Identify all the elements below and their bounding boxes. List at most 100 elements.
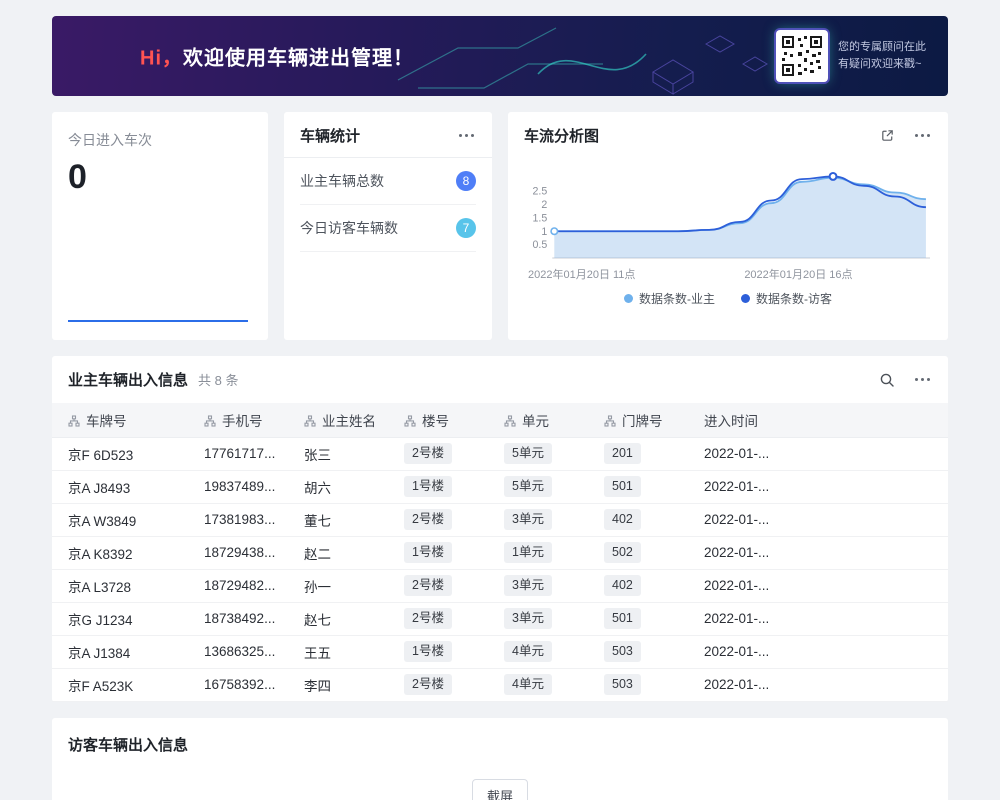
cell-tag: 2号楼 bbox=[404, 443, 452, 464]
table-row: 京A W384917381983...董七2号楼3单元4022022-01-..… bbox=[52, 503, 948, 536]
cell-tag: 402 bbox=[604, 509, 641, 530]
cell-enter-time: 2022-01-... bbox=[692, 635, 792, 668]
cell-owner-name: 孙一 bbox=[292, 569, 392, 602]
export-icon[interactable] bbox=[880, 128, 895, 143]
cell-phone: 19837489... bbox=[192, 470, 292, 503]
table-row: 京F 6D52317761717...张三2号楼5单元2012022-01-..… bbox=[52, 437, 948, 470]
flow-chart-body: 0.511.522.5 2022年01月20日 11点 2022年01月20日 … bbox=[508, 157, 948, 307]
cell-tag: 1号楼 bbox=[404, 476, 452, 497]
cell-tag: 3单元 bbox=[504, 509, 552, 530]
cell-door: 501 bbox=[592, 602, 692, 635]
cell-filler bbox=[792, 602, 948, 635]
cell-door: 503 bbox=[592, 668, 692, 701]
cell-tag: 503 bbox=[604, 641, 641, 662]
cell-building: 2号楼 bbox=[392, 569, 492, 602]
cell-filler bbox=[792, 437, 948, 470]
stat-row-owner-total: 业主车辆总数 8 bbox=[300, 158, 476, 205]
dashboard-page: Hi，欢迎使用车辆进出管理！ bbox=[0, 0, 1000, 800]
cell-unit: 3单元 bbox=[492, 602, 592, 635]
legend-dot bbox=[624, 294, 633, 303]
column-header-owner-name[interactable]: 业主姓名 bbox=[292, 403, 392, 437]
cell-phone: 17761717... bbox=[192, 437, 292, 470]
cell-door: 402 bbox=[592, 503, 692, 536]
banner-right-section: 您的专属顾问在此 有疑问欢迎来戳~ bbox=[776, 30, 926, 82]
x-axis-label-start: 2022年01月20日 11点 bbox=[528, 266, 635, 282]
cell-filler bbox=[792, 536, 948, 569]
cell-unit: 5单元 bbox=[492, 470, 592, 503]
cell-filler bbox=[792, 470, 948, 503]
cell-owner-name: 赵七 bbox=[292, 602, 392, 635]
more-icon[interactable] bbox=[457, 129, 476, 142]
cell-filler bbox=[792, 503, 948, 536]
cell-phone: 18729482... bbox=[192, 569, 292, 602]
cell-door: 402 bbox=[592, 569, 692, 602]
cell-unit: 5单元 bbox=[492, 437, 592, 470]
cell-tag: 501 bbox=[604, 476, 641, 497]
table-row: 京A L372818729482...孙一2号楼3单元 402 2022-01-..… bbox=[52, 569, 948, 602]
search-icon[interactable] bbox=[879, 372, 895, 388]
cell-plate: 京A L3728 bbox=[52, 569, 192, 602]
legend-item-owner[interactable]: 数据条数-业主 bbox=[624, 290, 715, 307]
today-entries-card: 今日进入车次 0 bbox=[52, 112, 268, 340]
chart-legend: 数据条数-业主 数据条数-访客 bbox=[524, 290, 932, 307]
column-header-plate[interactable]: 车牌号 bbox=[52, 403, 192, 437]
cell-tag: 1号楼 bbox=[404, 641, 452, 662]
count-badge: 8 bbox=[456, 171, 476, 191]
column-label: 车牌号 bbox=[86, 414, 127, 429]
column-header-phone[interactable]: 手机号 bbox=[192, 403, 292, 437]
column-label: 楼号 bbox=[422, 414, 449, 429]
banner-decoration-graphic bbox=[388, 16, 818, 96]
cell-owner-name: 张三 bbox=[292, 437, 392, 470]
legend-item-visitor[interactable]: 数据条数-访客 bbox=[741, 290, 832, 307]
legend-label: 数据条数-业主 bbox=[639, 290, 715, 307]
welcome-banner: Hi，欢迎使用车辆进出管理！ bbox=[52, 16, 948, 96]
cell-door: 503 bbox=[592, 635, 692, 668]
more-icon[interactable] bbox=[913, 129, 932, 142]
stats-cards-row: 今日进入车次 0 车辆统计 业主车辆总数 8 今日访客车辆数 7 车流分析图 bbox=[52, 112, 948, 340]
table-row: 京A K839218729438...赵二1号楼1单元5022022-01-..… bbox=[52, 536, 948, 569]
column-header-unit[interactable]: 单元 bbox=[492, 403, 592, 437]
stat-row-visitor-today: 今日访客车辆数 7 bbox=[300, 205, 476, 252]
legend-dot bbox=[741, 294, 750, 303]
cell-tag: 1单元 bbox=[504, 542, 552, 563]
cell-building: 2号楼 bbox=[392, 668, 492, 701]
cell-tag: 503 bbox=[604, 674, 641, 695]
stat-row-label: 今日访客车辆数 bbox=[300, 218, 398, 238]
cell-tag: 2号楼 bbox=[404, 509, 452, 530]
visitor-table-title: 访客车辆出入信息 bbox=[68, 734, 932, 755]
apartment-icon bbox=[404, 415, 416, 427]
cell-tag: 2号楼 bbox=[404, 674, 452, 695]
cell-enter-time: 2022-01-... bbox=[692, 536, 792, 569]
cell-unit: 3单元 bbox=[492, 503, 592, 536]
screenshot-button[interactable]: 截屏 bbox=[472, 779, 528, 800]
owner-table-card: 业主车辆出入信息共 8 条 车牌号手机号业主姓名楼号单元门牌号进入时间 京F 6… bbox=[52, 356, 948, 702]
cell-door: 201 bbox=[592, 437, 692, 470]
flow-chart-card: 车流分析图 0.511.522.5 2022年01月20日 11点 2022年0… bbox=[508, 112, 948, 340]
column-header-enter-time[interactable]: 进入时间 bbox=[692, 403, 792, 437]
cell-tag: 5单元 bbox=[504, 443, 552, 464]
column-header-filler bbox=[792, 403, 948, 437]
column-header-door[interactable]: 门牌号 bbox=[592, 403, 692, 437]
cell-plate: 京F A523K bbox=[52, 668, 192, 701]
column-label: 单元 bbox=[522, 414, 549, 429]
count-badge: 7 bbox=[456, 218, 476, 238]
svg-text:1: 1 bbox=[541, 226, 547, 238]
cell-enter-time: 2022-01-... bbox=[692, 602, 792, 635]
cell-enter-time: 2022-01-... bbox=[692, 668, 792, 701]
today-entries-label: 今日进入车次 bbox=[68, 130, 252, 150]
vehicle-stats-card: 车辆统计 业主车辆总数 8 今日访客车辆数 7 bbox=[284, 112, 492, 340]
cell-enter-time: 2022-01-... bbox=[692, 569, 792, 602]
banner-greeting-prefix: Hi， bbox=[140, 48, 183, 70]
banner-note: 您的专属顾问在此 有疑问欢迎来戳~ bbox=[838, 39, 926, 73]
flow-chart-plot: 0.511.522.5 bbox=[524, 159, 932, 266]
column-label: 进入时间 bbox=[704, 414, 758, 429]
column-header-building[interactable]: 楼号 bbox=[392, 403, 492, 437]
more-icon[interactable] bbox=[913, 373, 932, 386]
cell-tag: 402 bbox=[604, 575, 641, 596]
cell-plate: 京A K8392 bbox=[52, 536, 192, 569]
visitor-table-card: 访客车辆出入信息 截屏 bbox=[52, 718, 948, 800]
stat-row-label: 业主车辆总数 bbox=[300, 171, 384, 191]
table-row: 京A J138413686325...王五1号楼4单元5032022-01-..… bbox=[52, 635, 948, 668]
cell-door: 502 bbox=[592, 536, 692, 569]
cell-unit: 3单元 bbox=[492, 569, 592, 602]
